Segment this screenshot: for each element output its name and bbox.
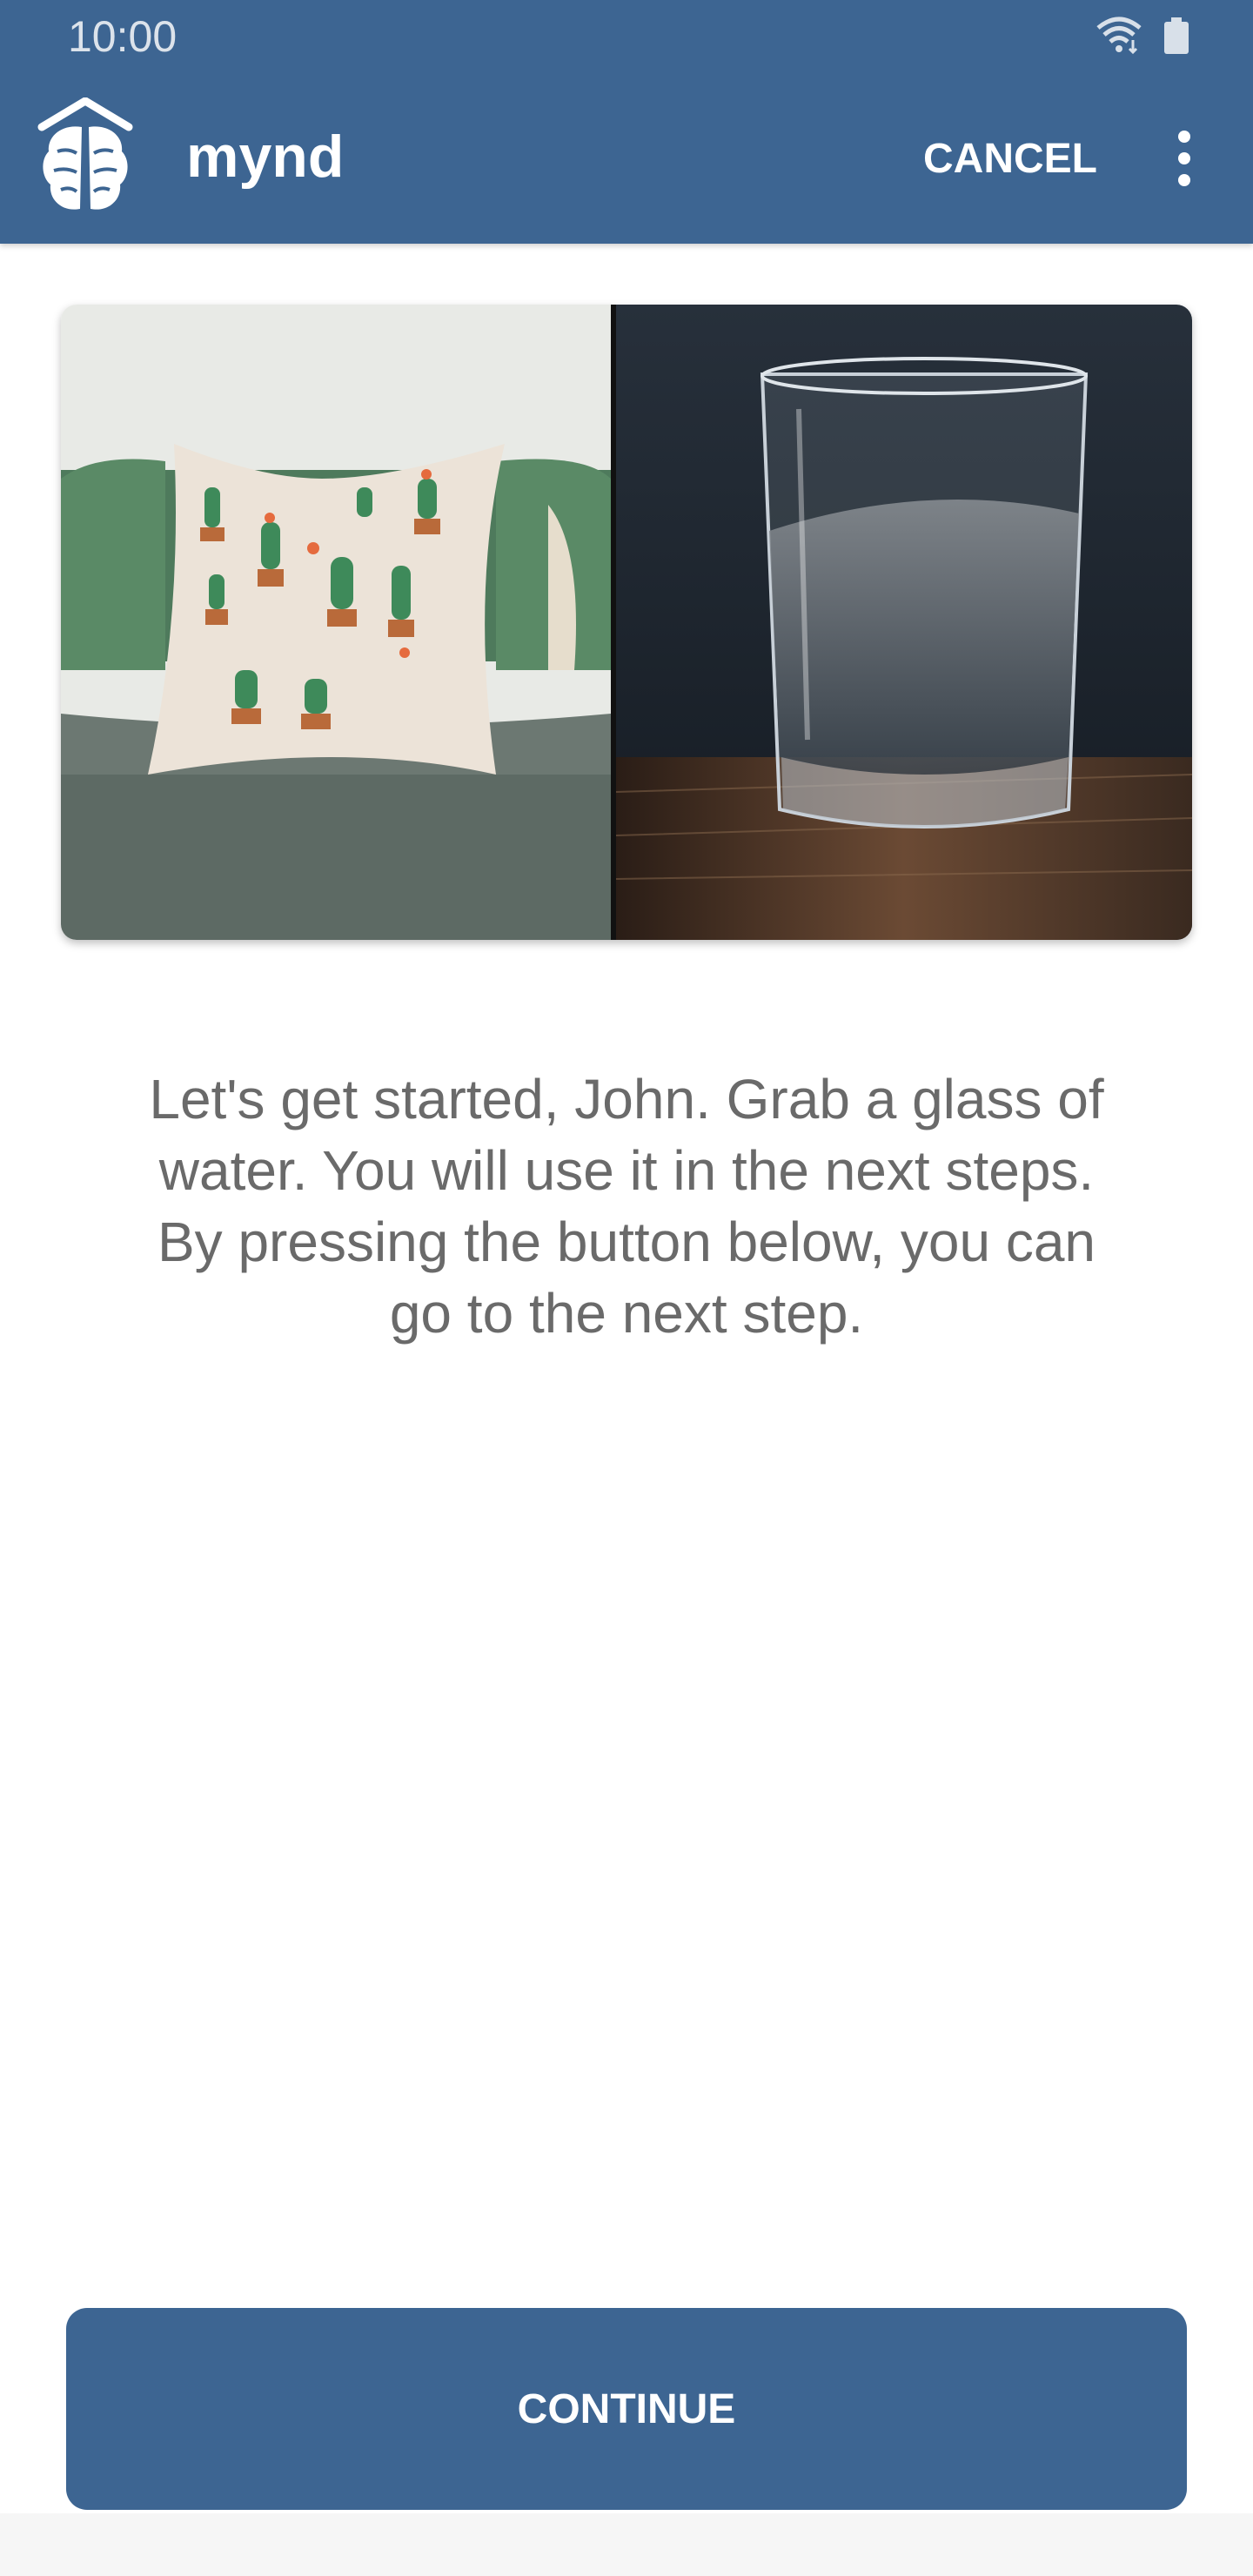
app-bar: 10:00 mynd CANCEL: [0, 0, 1253, 244]
water-glass-photo: [616, 305, 1192, 940]
overflow-dot: [1178, 152, 1190, 164]
brain-logo-icon: [37, 97, 133, 210]
wifi-icon: [1096, 17, 1142, 55]
battery-icon: [1164, 17, 1189, 54]
overflow-dot: [1178, 174, 1190, 186]
continue-button[interactable]: CONTINUE: [66, 2308, 1187, 2510]
cancel-button[interactable]: CANCEL: [917, 129, 1103, 190]
hero-image: [61, 305, 1192, 940]
overflow-dot: [1178, 131, 1190, 143]
instruction-message: Let's get started, John. Grab a glass of…: [149, 1068, 1104, 1345]
cactus-pillow-photo: [61, 305, 611, 940]
app-title: mynd: [186, 124, 345, 190]
more-vert-icon[interactable]: [1157, 124, 1211, 193]
bottom-strip: [0, 2513, 1253, 2576]
status-time: 10:00: [68, 12, 178, 61]
